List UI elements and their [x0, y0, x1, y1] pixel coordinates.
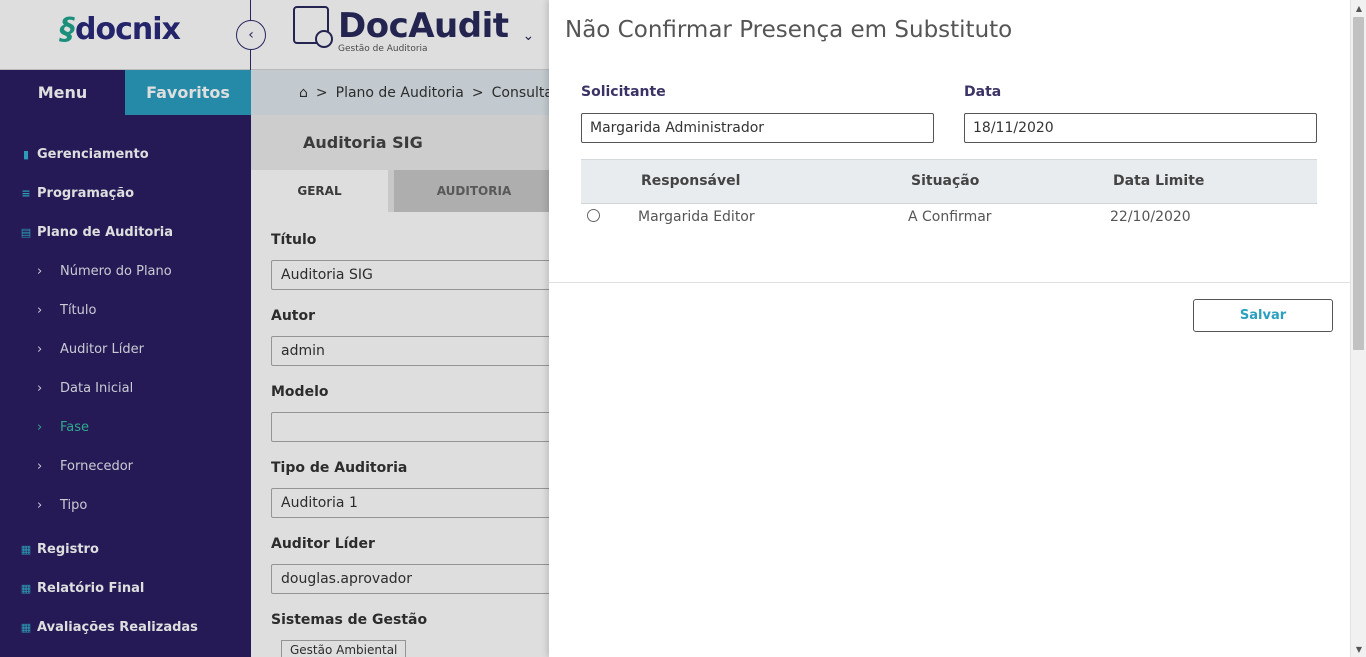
cell-data-limite: 22/10/2020 [1110, 209, 1191, 225]
vertical-scrollbar[interactable]: ▲ ▼ [1350, 0, 1366, 657]
table-header: Responsável Situação Data Limite [581, 159, 1317, 204]
scroll-down-icon[interactable]: ▼ [1351, 641, 1366, 657]
data-field[interactable]: 18/11/2020 [964, 113, 1317, 143]
data-label: Data [964, 84, 1002, 100]
scroll-up-icon[interactable]: ▲ [1351, 0, 1366, 16]
scrollbar-thumb[interactable] [1353, 17, 1364, 350]
solicitante-field[interactable]: Margarida Administrador [581, 113, 934, 143]
solicitante-label: Solicitante [581, 84, 666, 100]
substitute-table: Responsável Situação Data Limite Margari… [581, 159, 1317, 232]
panel-divider [549, 282, 1350, 283]
save-button[interactable]: Salvar [1193, 299, 1333, 332]
cell-situacao: A Confirmar [908, 209, 992, 225]
table-row[interactable]: Margarida Editor A Confirmar 22/10/2020 [581, 204, 1317, 232]
modal-backdrop[interactable] [0, 0, 549, 657]
substitute-panel: Não Confirmar Presença em Substituto Sol… [549, 0, 1350, 657]
panel-title: Não Confirmar Presença em Substituto [565, 17, 1013, 43]
row-select-radio[interactable] [587, 209, 600, 222]
cell-responsavel: Margarida Editor [638, 209, 755, 225]
column-header-data-limite[interactable]: Data Limite [1113, 173, 1204, 189]
column-header-situacao[interactable]: Situação [911, 173, 979, 189]
column-header-responsavel[interactable]: Responsável [641, 173, 740, 189]
